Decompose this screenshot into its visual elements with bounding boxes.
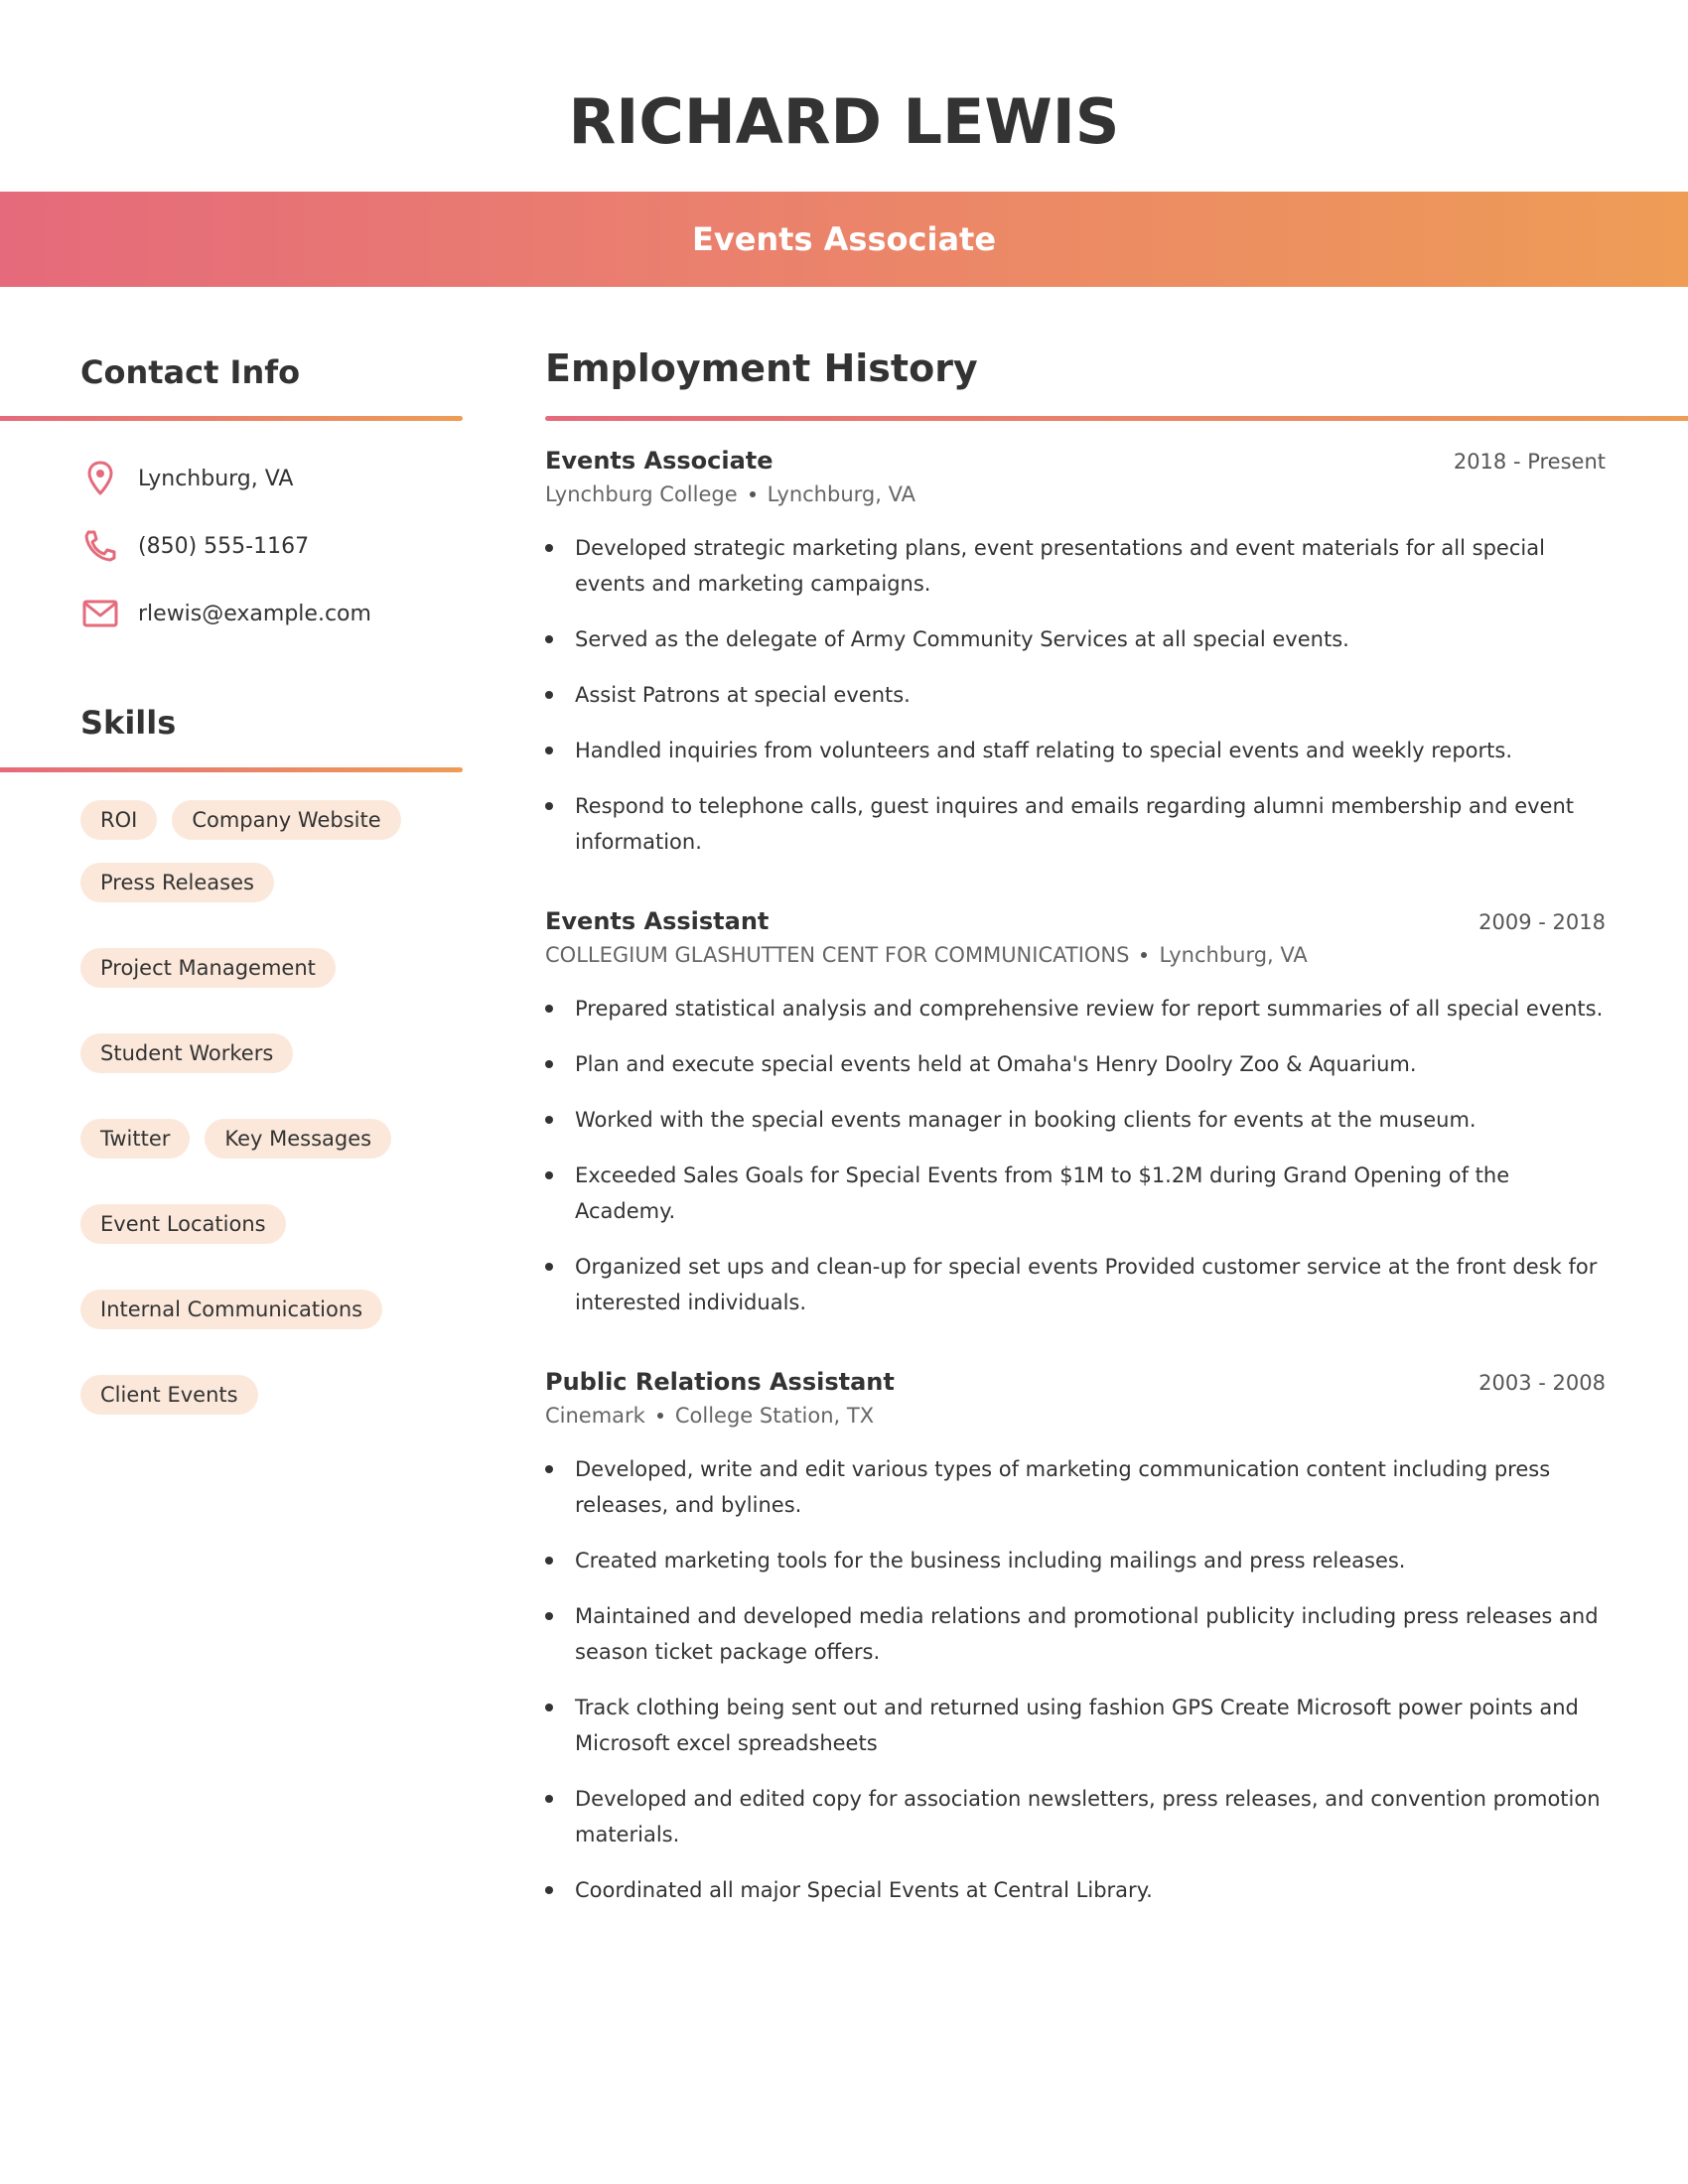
job-company: COLLEGIUM GLASHUTTEN CENT FOR COMMUNICAT… — [545, 943, 1130, 967]
skill-chip: Company Website — [172, 800, 401, 840]
employment-history-heading: Employment History — [545, 346, 978, 390]
bullet-text: Prepared statistical analysis and compre… — [575, 997, 1604, 1021]
bullet-text: Assist Patrons at special events. — [575, 683, 911, 707]
skill-chip: Project Management — [80, 948, 336, 988]
contact-info-divider — [0, 416, 463, 421]
bullet-text: Worked with the special events manager i… — [575, 1108, 1477, 1132]
bullet-text: Organized set ups and clean-up for speci… — [575, 1255, 1598, 1314]
bullet-icon — [545, 1704, 553, 1711]
mail-icon — [80, 594, 120, 633]
contact-item-phone: (850) 555-1167 — [80, 512, 478, 580]
bullet-icon — [545, 691, 553, 699]
bullet-text: Developed and edited copy for associatio… — [575, 1787, 1601, 1846]
job-dates: 2009 - 2018 — [1478, 910, 1606, 934]
contact-location: Lynchburg, VA — [138, 466, 294, 491]
bullet-text: Handled inquiries from volunteers and st… — [575, 739, 1513, 762]
bullet-text: Track clothing being sent out and return… — [575, 1696, 1579, 1755]
job-bullet: Exceeded Sales Goals for Special Events … — [545, 1158, 1606, 1229]
job-title: Public Relations Assistant — [545, 1368, 895, 1396]
bullet-text: Exceeded Sales Goals for Special Events … — [575, 1163, 1510, 1223]
bullet-text: Developed, write and edit various types … — [575, 1457, 1551, 1517]
job-title: Events Assistant — [545, 907, 770, 935]
skill-chip: Student Workers — [80, 1033, 294, 1073]
separator-dot — [1141, 952, 1148, 958]
location-pin-icon — [80, 459, 120, 498]
bullet-text: Plan and execute special events held at … — [575, 1052, 1417, 1076]
bullet-text: Created marketing tools for the business… — [575, 1549, 1406, 1572]
job-entry: Events Assistant 2009 - 2018 COLLEGIUM G… — [545, 907, 1606, 1320]
contact-list: Lynchburg, VA (850) 555-1167 rlewis@exam… — [80, 445, 478, 647]
skills-heading: Skills — [80, 704, 177, 742]
employment-history-divider — [545, 416, 1688, 421]
bullet-icon — [545, 544, 553, 552]
separator-dot — [656, 1413, 663, 1419]
job-bullet: Track clothing being sent out and return… — [545, 1690, 1606, 1761]
skill-chip: ROI — [80, 800, 158, 840]
job-bullet: Developed and edited copy for associatio… — [545, 1781, 1606, 1852]
bullet-icon — [545, 1612, 553, 1620]
skill-chip: Key Messages — [205, 1119, 392, 1159]
job-bullet: Created marketing tools for the business… — [545, 1543, 1606, 1578]
bullet-text: Developed strategic marketing plans, eve… — [575, 536, 1545, 596]
contact-info-heading: Contact Info — [80, 353, 301, 391]
skill-chip: Twitter — [80, 1119, 191, 1159]
job-company: Lynchburg College — [545, 482, 738, 506]
job-bullet: Served as the delegate of Army Community… — [545, 621, 1606, 657]
job-bullet: Developed strategic marketing plans, eve… — [545, 530, 1606, 602]
job-dates: 2018 - Present — [1453, 450, 1606, 474]
skill-chip: Event Locations — [80, 1204, 286, 1244]
bullet-icon — [545, 1557, 553, 1565]
bullet-icon — [545, 1005, 553, 1013]
bullet-text: Coordinated all major Special Events at … — [575, 1878, 1153, 1902]
contact-phone[interactable]: (850) 555-1167 — [138, 534, 309, 559]
job-title-banner-text: Events Associate — [691, 220, 997, 258]
contact-item-email: rlewis@example.com — [80, 580, 478, 647]
job-location: Lynchburg, VA — [767, 482, 915, 506]
title-banner: Events Associate — [0, 192, 1688, 287]
skill-chip: Client Events — [80, 1375, 258, 1415]
job-bullet: Assist Patrons at special events. — [545, 677, 1606, 713]
job-bullet: Organized set ups and clean-up for speci… — [545, 1249, 1606, 1320]
job-company: Cinemark — [545, 1404, 645, 1428]
job-bullet: Handled inquiries from volunteers and st… — [545, 733, 1606, 768]
bullet-text: Maintained and developed media relations… — [575, 1604, 1599, 1664]
bullet-icon — [545, 802, 553, 810]
phone-icon — [80, 526, 120, 566]
job-bullet: Respond to telephone calls, guest inquir… — [545, 788, 1606, 860]
skills-list: ROI Company Website Press Releases Proje… — [80, 800, 478, 1415]
job-bullet: Coordinated all major Special Events at … — [545, 1872, 1606, 1908]
bullet-icon — [545, 1263, 553, 1271]
bullet-text: Served as the delegate of Army Community… — [575, 627, 1349, 651]
bullet-icon — [545, 1465, 553, 1473]
job-bullet: Maintained and developed media relations… — [545, 1598, 1606, 1670]
job-entry: Events Associate 2018 - Present Lynchbur… — [545, 447, 1606, 860]
bullet-text: Respond to telephone calls, guest inquir… — [575, 794, 1575, 854]
bullet-icon — [545, 1795, 553, 1803]
job-bullet: Worked with the special events manager i… — [545, 1102, 1606, 1138]
job-bullet: Plan and execute special events held at … — [545, 1046, 1606, 1082]
job-location: College Station, TX — [674, 1404, 875, 1428]
contact-item-location: Lynchburg, VA — [80, 445, 478, 512]
skills-divider — [0, 767, 463, 772]
job-bullet: Prepared statistical analysis and compre… — [545, 991, 1606, 1026]
bullet-icon — [545, 747, 553, 754]
skill-chip: Press Releases — [80, 863, 274, 902]
job-title: Events Associate — [545, 447, 774, 475]
skill-chip: Internal Communications — [80, 1290, 383, 1329]
contact-email[interactable]: rlewis@example.com — [138, 602, 371, 626]
separator-dot — [749, 491, 756, 497]
employment-list: Events Associate 2018 - Present Lynchbur… — [545, 447, 1606, 1956]
bullet-icon — [545, 1171, 553, 1179]
bullet-icon — [545, 1060, 553, 1068]
job-bullet: Developed, write and edit various types … — [545, 1451, 1606, 1523]
job-dates: 2003 - 2008 — [1478, 1371, 1606, 1395]
candidate-name: RICHARD LEWIS — [568, 85, 1120, 158]
bullet-icon — [545, 635, 553, 643]
bullet-icon — [545, 1886, 553, 1894]
job-location: Lynchburg, VA — [1159, 943, 1308, 967]
job-entry: Public Relations Assistant 2003 - 2008 C… — [545, 1368, 1606, 1908]
bullet-icon — [545, 1116, 553, 1124]
